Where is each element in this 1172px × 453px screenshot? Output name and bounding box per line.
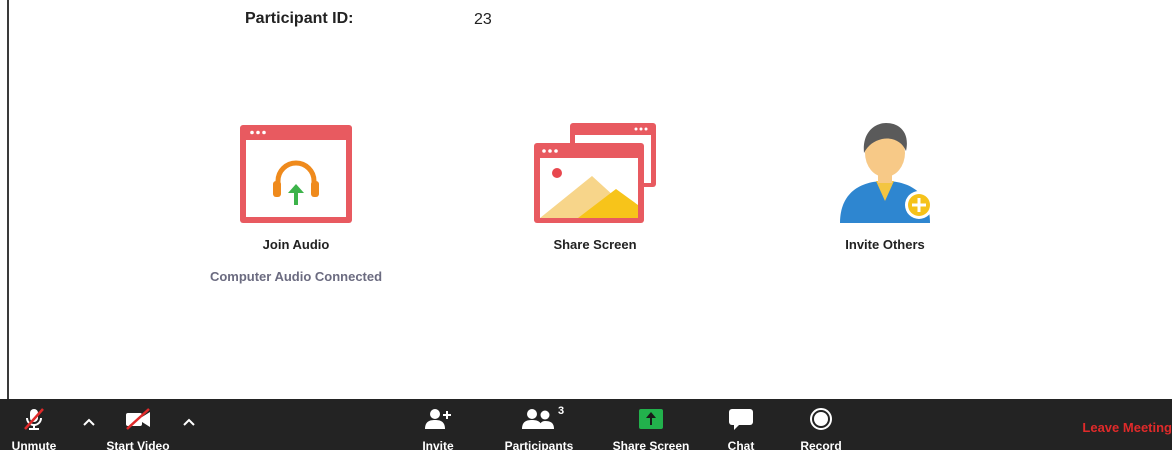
record-icon [810, 408, 832, 430]
audio-status-text: Computer Audio Connected [209, 269, 383, 284]
participants-count-badge: 3 [558, 405, 565, 417]
invite-others-button[interactable]: Invite Others [785, 115, 985, 252]
add-user-icon [425, 409, 451, 429]
meeting-toolbar: Unmute Start Video Invite 3 Participants… [0, 399, 1172, 453]
join-audio-button[interactable]: Join Audio Computer Audio Connected [196, 115, 396, 284]
share-screen-icon [639, 409, 663, 429]
image-window-icon [534, 123, 656, 223]
chat-button[interactable]: Chat [724, 399, 758, 453]
leave-meeting-button[interactable]: Leave Meeting [1082, 420, 1172, 435]
invite-others-label: Invite Others [845, 237, 925, 252]
video-options-caret-icon[interactable] [182, 417, 196, 427]
chat-label: Chat [727, 439, 755, 453]
share-screen-label: Share Screen [553, 237, 637, 252]
join-audio-label: Join Audio [262, 237, 330, 252]
unmute-button[interactable]: Unmute [10, 399, 58, 453]
invite-button[interactable]: Invite [418, 399, 458, 453]
start-video-button[interactable]: Start Video [105, 399, 171, 453]
participant-id-label: Participant ID: [245, 10, 354, 27]
share-screen-action[interactable]: Share Screen [495, 115, 695, 252]
participant-info: Participant ID: 23 [0, 10, 1172, 34]
window-left-border [7, 0, 9, 400]
unmute-label: Unmute [11, 439, 57, 453]
record-button[interactable]: Record [800, 399, 842, 453]
user-plus-avatar-icon [840, 123, 933, 223]
participants-label: Participants [504, 439, 574, 453]
share-screen-large-icon [495, 115, 695, 225]
headphones-icon [240, 125, 352, 223]
record-label: Record [800, 439, 842, 453]
start-video-label: Start Video [106, 439, 170, 453]
participants-icon [522, 409, 554, 429]
video-muted-icon [126, 408, 150, 430]
audio-options-caret-icon[interactable] [82, 417, 96, 427]
invite-others-icon [785, 115, 985, 225]
share-screen-toolbar-label: Share Screen [612, 439, 690, 453]
microphone-muted-icon [24, 408, 44, 430]
invite-label: Invite [422, 439, 454, 453]
join-audio-icon [196, 115, 396, 225]
chat-icon [729, 409, 753, 430]
share-screen-button[interactable]: Share Screen [612, 399, 690, 453]
participant-id-value: 23 [474, 11, 492, 28]
participants-button[interactable]: 3 Participants [503, 399, 575, 453]
